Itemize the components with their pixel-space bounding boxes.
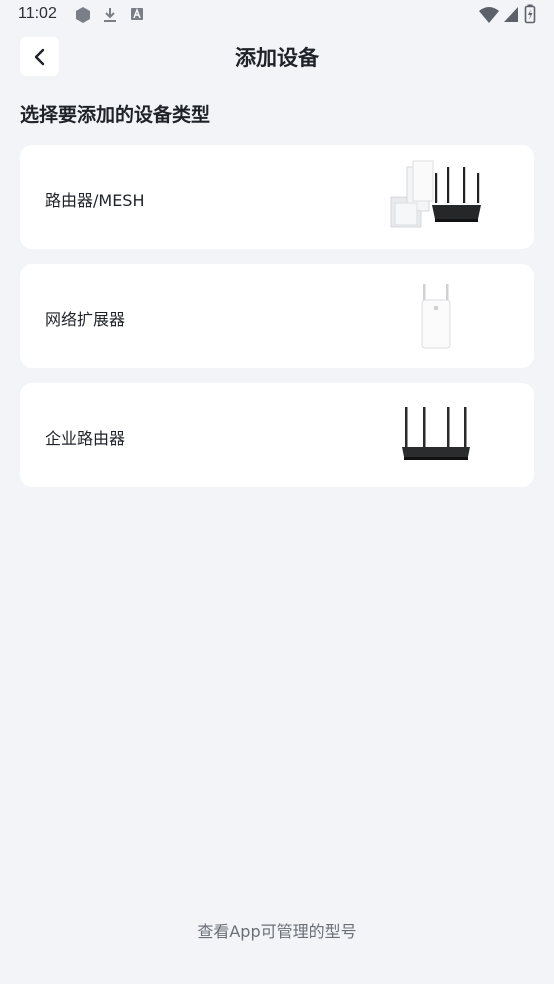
wifi-icon [479, 7, 499, 23]
view-supported-models-link[interactable]: 查看App可管理的型号 [0, 918, 554, 942]
extender-image [421, 284, 451, 349]
cell-signal-icon [504, 7, 518, 22]
text-a-icon [131, 8, 143, 20]
router-mesh-image [390, 160, 481, 228]
enterprise-router-image [402, 407, 470, 460]
status-bar: 11:02 [0, 0, 554, 30]
device-type-label: 企业路由器 [45, 429, 126, 448]
app-notification-icon [76, 7, 90, 23]
status-time: 11:02 [18, 5, 57, 22]
device-type-label: 网络扩展器 [45, 310, 126, 329]
device-type-card-enterprise-router[interactable]: 企业路由器 [20, 383, 534, 487]
section-title: 选择要添加的设备类型 [20, 104, 211, 126]
download-icon [104, 8, 116, 22]
device-type-label: 路由器/MESH [45, 191, 145, 210]
battery-icon [524, 4, 536, 24]
device-type-card-router-mesh[interactable]: 路由器/MESH [20, 145, 534, 249]
page-title: 添加设备 [235, 46, 319, 70]
app-header: 添加设备 [0, 30, 554, 86]
device-type-card-extender[interactable]: 网络扩展器 [20, 264, 534, 368]
